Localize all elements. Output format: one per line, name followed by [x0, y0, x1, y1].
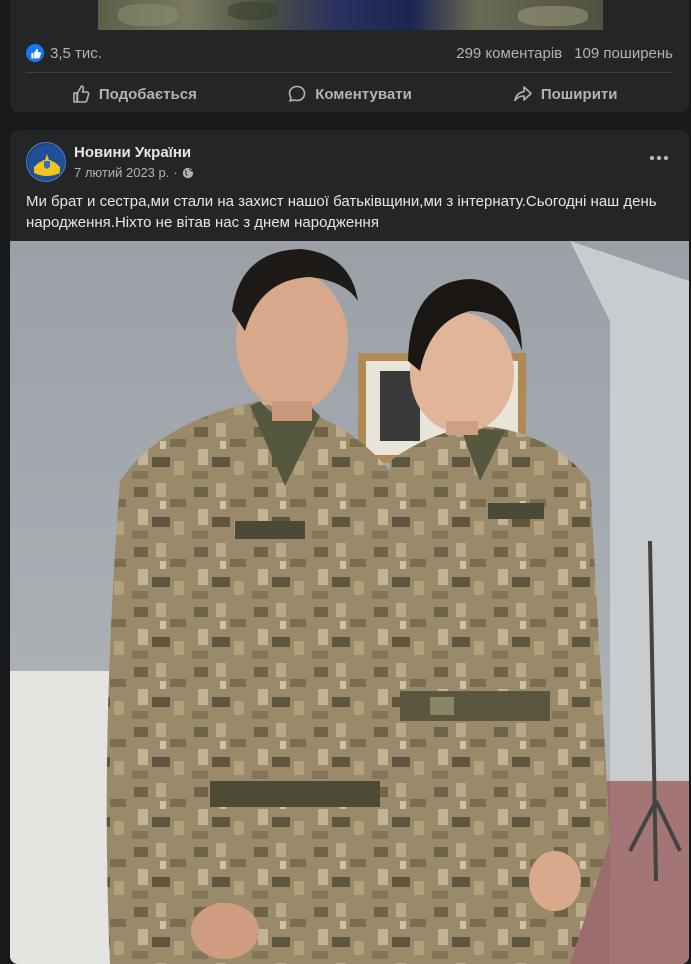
globe-icon[interactable] [182, 167, 194, 179]
post-photo[interactable] [10, 241, 689, 964]
share-button[interactable]: Поширити [457, 76, 673, 112]
post-text: Ми брат и сестра,ми стали на захист нашо… [26, 193, 657, 231]
post-card: Новини України 7 лютий 2023 р. · Ми брат… [10, 130, 689, 964]
post-actions: Подобається Коментувати Поширити [26, 76, 673, 112]
post-header: Новини України 7 лютий 2023 р. · [26, 142, 673, 184]
post-meta: 7 лютий 2023 р. · [74, 165, 194, 180]
more-horizontal-icon [649, 155, 669, 161]
comment-label: Коментувати [315, 85, 412, 103]
page-name[interactable]: Новини України [74, 144, 191, 161]
previous-post-card: 3,5 тис. 299 коментарів 109 поширень Под… [10, 0, 689, 112]
comment-icon [288, 85, 306, 102]
share-icon [514, 86, 532, 102]
avatar[interactable] [26, 142, 66, 182]
reactions-count[interactable]: 3,5 тис. [50, 45, 102, 62]
thumbs-up-icon [26, 44, 44, 62]
like-label: Подобається [98, 85, 197, 103]
divider [26, 72, 673, 73]
shares-count[interactable]: 109 поширень [574, 45, 673, 62]
reaction-stats: 3,5 тис. 299 коментарів 109 поширень [26, 40, 673, 66]
thumbs-up-outline-icon [73, 85, 90, 103]
post-date[interactable]: 7 лютий 2023 р. [74, 165, 169, 180]
comments-count[interactable]: 299 коментарів [456, 45, 562, 62]
share-label: Поширити [540, 85, 618, 103]
comment-button[interactable]: Коментувати [242, 76, 458, 112]
like-button[interactable]: Подобається [26, 76, 242, 112]
meta-separator: · [173, 165, 178, 180]
previous-post-photo[interactable] [98, 0, 603, 30]
more-options-button[interactable] [645, 148, 673, 168]
